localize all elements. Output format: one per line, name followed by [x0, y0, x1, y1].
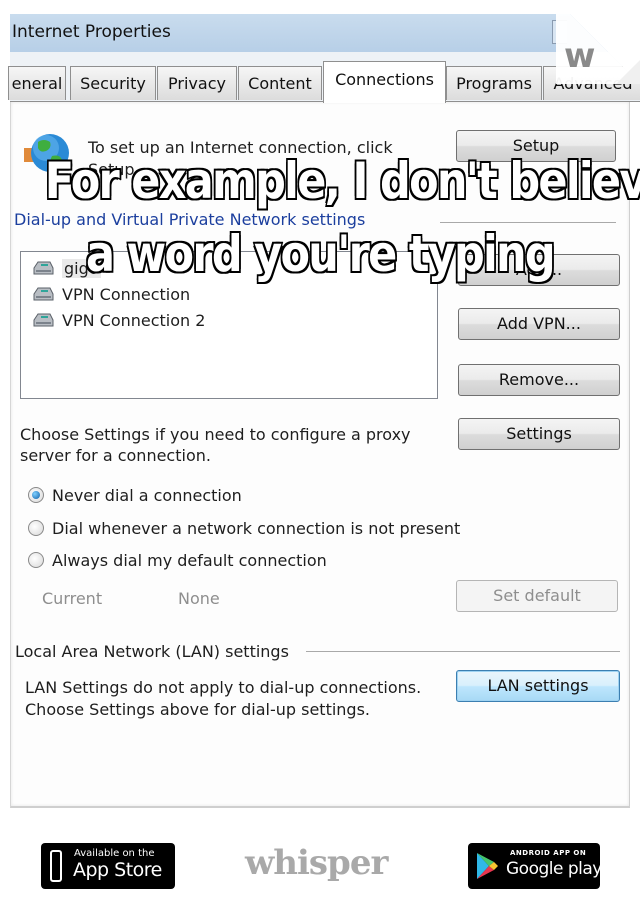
- set-default-button[interactable]: Set default: [456, 580, 618, 612]
- google-play-big-text: Google play: [506, 859, 602, 879]
- section-divider: [306, 651, 620, 652]
- tab-general[interactable]: eneral: [8, 66, 66, 100]
- google-play-badge[interactable]: ANDROID APP ON Google play: [468, 843, 602, 889]
- list-item[interactable]: VPN Connection 2: [32, 310, 205, 332]
- radio-button[interactable]: [28, 552, 44, 568]
- dialup-connection-icon: [32, 286, 54, 302]
- whisper-corner-badge: w: [556, 0, 640, 84]
- current-label: Current: [42, 589, 103, 608]
- radio-never-dial[interactable]: Never dial a connection: [28, 486, 468, 506]
- app-store-badge[interactable]: Available on the App Store: [41, 843, 175, 889]
- lan-info-line1: LAN Settings do not apply to dial-up con…: [25, 678, 422, 697]
- tab-programs[interactable]: Programs: [446, 66, 542, 100]
- tab-privacy[interactable]: Privacy: [157, 66, 237, 100]
- proxy-instruction-line1: Choose Settings if you need to configure…: [20, 425, 411, 444]
- tab-content[interactable]: Content: [238, 66, 322, 100]
- corner-badge-letter: w: [564, 36, 596, 76]
- google-play-icon: [476, 852, 498, 884]
- app-store-big-text: App Store: [73, 859, 162, 881]
- settings-button[interactable]: Settings: [458, 418, 620, 450]
- connection-label: VPN Connection 2: [62, 311, 206, 330]
- connection-label: VPN Connection: [62, 285, 191, 304]
- radio-label: Dial whenever a network connection is no…: [52, 519, 461, 538]
- lan-settings-button[interactable]: LAN settings: [456, 670, 620, 702]
- radio-button-checked[interactable]: [28, 487, 44, 503]
- current-value: None: [178, 589, 220, 608]
- window-title: Internet Properties: [12, 22, 171, 42]
- radio-label: Never dial a connection: [52, 486, 242, 505]
- radio-always-dial[interactable]: Always dial my default connection: [28, 551, 468, 571]
- radio-dial-when-no-network[interactable]: Dial whenever a network connection is no…: [28, 519, 488, 539]
- list-item[interactable]: VPN Connection: [32, 284, 190, 306]
- lan-section-heading: Local Area Network (LAN) settings: [15, 642, 289, 661]
- app-store-small-text: Available on the: [74, 848, 155, 859]
- add-vpn-button[interactable]: Add VPN...: [458, 308, 620, 340]
- dialup-connection-icon: [32, 312, 54, 328]
- caption-line-2: a word you're typing: [85, 224, 557, 285]
- google-play-small-text: ANDROID APP ON: [510, 849, 587, 857]
- section-divider: [440, 222, 616, 223]
- whisper-logo: whisper: [245, 843, 388, 883]
- radio-button[interactable]: [28, 520, 44, 536]
- remove-button[interactable]: Remove...: [458, 364, 620, 396]
- tab-connections[interactable]: Connections: [323, 61, 446, 103]
- tab-security[interactable]: Security: [70, 66, 156, 100]
- phone-icon: [50, 850, 62, 882]
- caption-line-1: For example, I don't believe: [44, 151, 640, 212]
- lan-info-line2: Choose Settings above for dial-up settin…: [25, 700, 370, 719]
- radio-label: Always dial my default connection: [52, 551, 327, 570]
- proxy-instruction-line2: server for a connection.: [20, 446, 211, 465]
